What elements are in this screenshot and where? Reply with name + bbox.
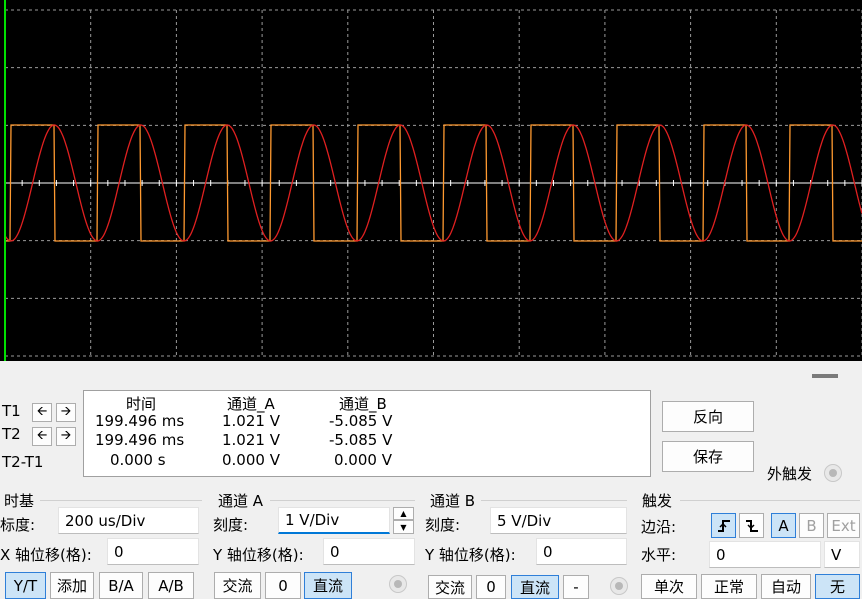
diff-channel-b: 0.000 V: [334, 451, 392, 469]
channel-b-scale-input[interactable]: 5 V/Div: [490, 507, 627, 534]
splitter-grip: [812, 374, 838, 378]
channel-b-minus-button[interactable]: -: [563, 575, 589, 599]
t1-time: 199.496 ms: [95, 412, 185, 430]
cursor-t2-label: T2: [2, 425, 21, 443]
channel-a-title: 通道 A: [218, 492, 264, 510]
trigger-single-button[interactable]: 单次: [641, 574, 697, 599]
cursor-diff-label: T2-T1: [2, 453, 44, 471]
reverse-button[interactable]: 反向: [662, 401, 754, 432]
channel-b-zero-button[interactable]: 0: [476, 575, 506, 599]
panel-splitter[interactable]: [0, 361, 862, 389]
t2-right-button[interactable]: 🡪: [56, 427, 76, 446]
trigger-level-label: 水平:: [641, 546, 677, 564]
channel-a-dc-button[interactable]: 直流: [304, 572, 352, 599]
channel-a-group-line: [270, 500, 415, 501]
trigger-level-input[interactable]: 0: [709, 541, 821, 568]
oscilloscope-screen[interactable]: [0, 0, 862, 361]
trigger-source-b-button[interactable]: B: [799, 513, 824, 538]
trigger-auto-button[interactable]: 自动: [761, 574, 811, 599]
t2-time: 199.496 ms: [95, 431, 185, 449]
mode-ab-button[interactable]: A/B: [148, 572, 194, 599]
trigger-title: 触发: [642, 492, 673, 510]
channel-a-ypos-label: Y 轴位移(格):: [213, 546, 304, 564]
timebase-xpos-label: X 轴位移(格):: [0, 546, 92, 564]
mode-add-button[interactable]: 添加: [50, 572, 94, 599]
trigger-source-a-button[interactable]: A: [771, 513, 796, 538]
timebase-xpos-input[interactable]: 0: [107, 538, 199, 565]
header-channel-b: 通道_B: [339, 395, 387, 413]
timebase-group-line: [40, 500, 202, 501]
diff-channel-a: 0.000 V: [222, 451, 280, 469]
channel-a-scale-label: 刻度:: [213, 516, 249, 534]
measurement-readout: 时间 通道_A 通道_B 199.496 ms 1.021 V -5.085 V…: [83, 390, 651, 477]
trigger-level-unit[interactable]: V: [824, 541, 860, 568]
channel-a-scale-input[interactable]: 1 V/Div: [278, 507, 390, 534]
trigger-normal-button[interactable]: 正常: [701, 574, 757, 599]
falling-edge-icon: [745, 519, 758, 532]
header-time: 时间: [126, 395, 157, 413]
ext-trigger-label: 外触发: [767, 465, 813, 483]
timebase-scale-input[interactable]: 200 us/Div: [58, 507, 199, 534]
t2-left-button[interactable]: 🡨: [32, 427, 52, 446]
cursor-t1-label: T1: [2, 402, 21, 420]
channel-b-title: 通道 B: [430, 492, 476, 510]
trigger-falling-edge-button[interactable]: [739, 513, 764, 538]
trigger-group-line: [680, 500, 860, 501]
cursor-t1-line[interactable]: [4, 0, 6, 361]
t1-right-button[interactable]: 🡪: [56, 403, 76, 422]
t1-channel-b: -5.085 V: [329, 412, 393, 430]
trigger-edge-label: 边沿:: [641, 518, 677, 536]
trigger-rising-edge-button[interactable]: [711, 513, 736, 538]
mode-ba-button[interactable]: B/A: [99, 572, 143, 599]
trigger-source-ext-button[interactable]: Ext: [827, 513, 860, 538]
trigger-none-button[interactable]: 无: [815, 574, 860, 599]
t1-channel-a: 1.021 V: [222, 412, 280, 430]
t2-channel-b: -5.085 V: [329, 431, 393, 449]
channel-b-ypos-input[interactable]: 0: [536, 538, 627, 565]
channel-a-radio[interactable]: [389, 575, 407, 593]
channel-b-ac-button[interactable]: 交流: [428, 575, 472, 599]
channel-b-dc-button[interactable]: 直流: [511, 575, 559, 599]
t1-left-button[interactable]: 🡨: [32, 403, 52, 422]
channel-b-group-line: [481, 500, 627, 501]
channel-b-scale-label: 刻度:: [425, 516, 461, 534]
diff-time: 0.000 s: [110, 451, 166, 469]
rising-edge-icon: [717, 519, 730, 532]
channel-a-ac-button[interactable]: 交流: [214, 572, 261, 599]
header-channel-a: 通道_A: [227, 395, 275, 413]
ext-trigger-radio[interactable]: [824, 464, 842, 482]
save-button[interactable]: 保存: [662, 441, 754, 472]
channel-a-zero-button[interactable]: 0: [265, 572, 301, 599]
channel-a-scale-spin-up[interactable]: ▲: [393, 507, 414, 520]
channel-b-radio[interactable]: [610, 577, 628, 595]
mode-yt-button[interactable]: Y/T: [5, 572, 46, 599]
waveform-display: [4, 9, 862, 357]
timebase-scale-label: 标度:: [0, 516, 36, 534]
timebase-title: 时基: [4, 492, 35, 510]
t2-channel-a: 1.021 V: [222, 431, 280, 449]
channel-a-ypos-input[interactable]: 0: [323, 538, 415, 565]
channel-a-scale-spin-down[interactable]: ▼: [393, 520, 414, 534]
channel-b-ypos-label: Y 轴位移(格):: [425, 546, 516, 564]
